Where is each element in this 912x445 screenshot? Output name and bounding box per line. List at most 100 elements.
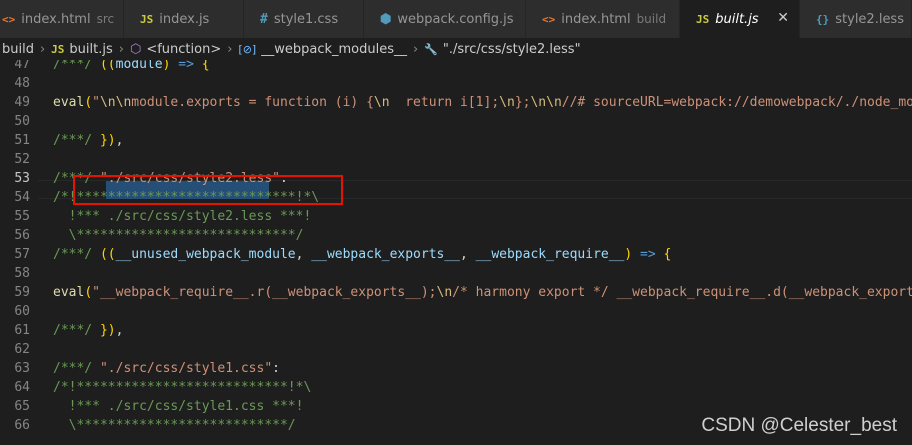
code-line[interactable]: 55 !*** ./src/css/style2.less ***! <box>0 207 912 226</box>
code-line[interactable]: 64 /*!***************************!*\ <box>0 378 912 397</box>
code-token: => <box>632 247 664 262</box>
code-token: ( <box>84 95 93 110</box>
tab-style1-css[interactable]: # style1.css <box>244 0 364 38</box>
code-token: /***/ <box>53 60 100 72</box>
code-token: " <box>92 95 100 110</box>
code-text: /*!***************************!*\ <box>53 378 311 397</box>
code-token: return i[1]; <box>389 95 500 110</box>
tab-built-js[interactable]: JS built.js ✕ <box>680 0 800 38</box>
tab-index-js[interactable]: JS index.js <box>124 0 244 38</box>
code-token: }) <box>99 323 116 338</box>
code-token: (( <box>99 60 116 72</box>
function-symbol-icon: ⬡ <box>129 41 142 57</box>
tab-label: style2.less <box>835 11 904 27</box>
line-number: 65 <box>14 399 30 414</box>
tab-label: index.js <box>159 11 210 27</box>
code-token: module <box>115 60 163 72</box>
code-text: /***/ }), <box>53 321 123 340</box>
code-line[interactable]: 56 \****************************/ <box>0 226 912 245</box>
line-number: 57 <box>14 247 30 262</box>
code-text: /***/ ((__unused_webpack_module, __webpa… <box>53 245 671 264</box>
line-number: 51 <box>14 133 30 148</box>
breadcrumb-item-function[interactable]: <function> <box>146 42 221 57</box>
code-token: }) <box>99 133 116 148</box>
html-file-icon: <> <box>542 12 556 26</box>
code-line[interactable]: 59 eval("__webpack_require__.r(__webpack_… <box>0 283 912 302</box>
code-token: /* harmony export */ __webpack_require__… <box>452 285 912 300</box>
code-line[interactable]: 49 eval("\n\nmodule.exports = function (i… <box>0 93 912 112</box>
code-text: /***/ }), <box>53 131 123 150</box>
code-token: /***/ <box>53 133 100 148</box>
code-line[interactable]: 58 <box>0 264 912 283</box>
code-token: { <box>663 247 672 262</box>
line-number: 64 <box>14 380 30 395</box>
line-number: 48 <box>14 76 30 91</box>
code-line[interactable]: 62 <box>0 340 912 359</box>
line-number: 63 <box>14 361 30 376</box>
code-token: ( <box>84 285 93 300</box>
code-line[interactable]: 63 /***/ "./src/css/style1.css": <box>0 359 912 378</box>
code-token: \n <box>373 95 390 110</box>
wrench-icon: 🔧 <box>424 42 438 56</box>
tab-webpack-config-js[interactable]: ⬢ webpack.config.js <box>364 0 526 38</box>
code-text: /***/ ((module) => { <box>53 60 210 74</box>
line-number: 54 <box>14 190 30 205</box>
tab-style2-less[interactable]: {} style2.less <box>800 0 912 38</box>
code-line[interactable]: 48 <box>0 74 912 93</box>
line-number: 52 <box>14 152 30 167</box>
tab-label: index.html <box>561 11 631 27</box>
annotation-box <box>73 175 343 205</box>
code-token: \n\n <box>99 95 132 110</box>
tab-description: src <box>96 12 115 26</box>
code-token: \****************************/ <box>53 228 304 243</box>
code-line[interactable]: 52 <box>0 150 912 169</box>
code-text: \***************************/ <box>53 416 296 435</box>
code-token: { <box>201 60 210 72</box>
chevron-right-icon: › <box>118 41 124 57</box>
code-line[interactable]: 57 /***/ ((__unused_webpack_module, __web… <box>0 245 912 264</box>
code-token: eval <box>53 95 85 110</box>
close-icon[interactable]: ✕ <box>777 10 789 26</box>
code-token: __webpack_exports__ <box>311 247 461 262</box>
line-number: 53 <box>14 171 30 186</box>
code-text: !*** ./src/css/style2.less ***! <box>53 207 312 226</box>
line-number: 62 <box>14 342 30 357</box>
code-line[interactable]: 50 <box>0 112 912 131</box>
code-editor[interactable]: 47/***/ ((module) => {48 49 eval("\n\nmodu… <box>0 60 912 445</box>
breadcrumb-item-modules[interactable]: __webpack_modules__ <box>261 42 407 57</box>
line-number: 47 <box>14 60 30 72</box>
line-number: 61 <box>14 323 30 338</box>
tab-index-html-build[interactable]: <> index.html build <box>526 0 680 38</box>
breadcrumb-item-file[interactable]: built.js <box>69 42 112 57</box>
less-file-icon: {} <box>816 12 830 26</box>
code-token: , <box>115 133 124 148</box>
breadcrumb-item-build[interactable]: build <box>2 42 34 57</box>
js-file-icon: JS <box>696 12 710 26</box>
tab-label: webpack.config.js <box>397 11 514 27</box>
code-line[interactable]: 47 /***/ ((module) => { <box>0 60 912 74</box>
line-number: 59 <box>14 285 30 300</box>
line-number: 50 <box>14 114 30 129</box>
code-token: //# sourceURL=webpack://demowebpack/./no… <box>561 95 912 110</box>
chevron-right-icon: › <box>39 41 46 57</box>
breadcrumb-item-key[interactable]: "./src/css/style2.less" <box>443 42 581 57</box>
code-token: \n\n <box>530 95 562 110</box>
code-token: module.exports = function (i) { <box>131 95 374 110</box>
code-token: !*** ./src/css/style1.css ***! <box>53 399 304 414</box>
code-token: eval <box>53 285 85 300</box>
code-line[interactable]: 60 <box>0 302 912 321</box>
line-number: 49 <box>14 95 30 110</box>
variable-symbol-icon: [⊘] <box>238 42 257 56</box>
line-number: 58 <box>14 266 30 281</box>
code-line[interactable]: 61 /***/ }), <box>0 321 912 340</box>
code-token: "./src/css/style1.css" <box>99 361 273 376</box>
code-text: eval("__webpack_require__.r(__webpack_ex… <box>53 283 912 302</box>
tab-description: build <box>636 12 667 26</box>
tab-index-html-src[interactable]: <> index.html src <box>0 0 124 38</box>
code-token: __webpack_require__ <box>475 247 625 262</box>
line-number: 66 <box>14 418 30 433</box>
code-line[interactable]: 65 !*** ./src/css/style1.css ***! <box>0 397 912 416</box>
code-token: \***************************/ <box>53 418 296 433</box>
code-line[interactable]: 51 /***/ }), <box>0 131 912 150</box>
js-file-icon: JS <box>140 12 154 26</box>
